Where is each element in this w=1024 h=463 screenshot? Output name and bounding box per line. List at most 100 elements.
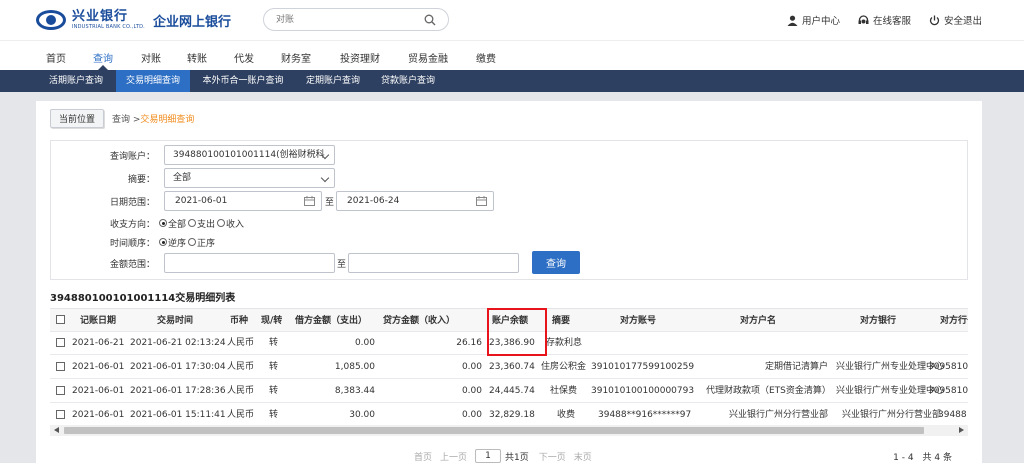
search-icon[interactable] (424, 14, 436, 26)
subnav-item-current-account[interactable]: 活期账户查询 (36, 70, 116, 92)
bank-logo[interactable]: 兴业银行 INDUSTRIAL BANK CO.,LTD. 企业网上银行 (36, 8, 231, 32)
calendar-icon[interactable] (304, 196, 315, 206)
col-header-cash-transfer[interactable]: 现/转 (261, 309, 282, 333)
table-row[interactable]: 2021-06-01 2021-06-01 17:28:36 人民币 转 8,3… (50, 380, 968, 403)
cell-currency: 人民币 (227, 386, 255, 396)
direction-option-label: 收入 (226, 219, 245, 230)
bank-name-en: INDUSTRIAL BANK CO.,LTD. (72, 24, 145, 30)
col-header-counter-name[interactable]: 对方户名 (740, 309, 776, 333)
direction-radio-all[interactable]: 全部 (159, 217, 186, 230)
col-header-post-date[interactable]: 记账日期 (80, 309, 116, 333)
order-option-label: 逆序 (168, 238, 187, 249)
record-count: 1 - 4 共 4 条 (893, 453, 952, 463)
date-from-input[interactable]: 2021-06-01 (164, 191, 322, 211)
row-checkbox[interactable] (56, 410, 65, 419)
pagination: 首页 上一页 1 共1页 下一页 末页 (414, 449, 600, 463)
cell-post-date: 2021-06-01 (72, 410, 125, 420)
nav-item-finance-office[interactable]: 财务室 (281, 50, 311, 65)
scroll-right-icon[interactable] (959, 427, 964, 433)
col-header-counter-bank-code[interactable]: 对方行号 (940, 309, 968, 333)
date-range-separator: 至 (325, 198, 335, 208)
last-page-link[interactable]: 末页 (574, 450, 592, 463)
calendar-icon[interactable] (476, 196, 487, 206)
amount-max-input[interactable] (348, 253, 519, 273)
nav-item-query[interactable]: 查询 (93, 50, 113, 65)
nav-item-payroll[interactable]: 代发 (234, 50, 254, 65)
cell-summary: 社保费 (550, 386, 578, 396)
account-label: 查询账户： (109, 151, 155, 162)
row-checkbox[interactable] (56, 362, 65, 371)
date-from-value: 2021-06-01 (175, 196, 228, 206)
radio-selected-icon (159, 219, 167, 227)
subnav-item-transaction-detail[interactable]: 交易明细查询 (116, 70, 190, 92)
cell-counter-name (708, 332, 828, 355)
order-radio-asc[interactable]: 正序 (188, 236, 215, 249)
radio-icon (217, 219, 226, 227)
subnav-item-fixed-account[interactable]: 定期账户查询 (297, 70, 369, 92)
row-checkbox[interactable] (56, 386, 65, 395)
col-header-summary[interactable]: 摘要 (552, 309, 570, 333)
radio-icon (188, 219, 197, 227)
account-select[interactable]: 394880100101001114(创裕财税科 (164, 145, 335, 165)
direction-option-label: 全部 (168, 219, 187, 230)
horizontal-scrollbar[interactable] (50, 425, 968, 436)
user-icon (787, 15, 798, 26)
online-service-label: 在线客服 (872, 16, 911, 27)
summary-select[interactable]: 全部 (164, 168, 335, 188)
main-nav: 首页 查询 对账 转账 代发 财务室 投资理财 贸易金融 缴费 (0, 40, 1024, 71)
cell-currency: 人民币 (227, 410, 255, 420)
cell-counter-name: 代理财政款项（ETS资金清算） (706, 386, 831, 396)
user-center-link[interactable]: 用户中心 (787, 13, 840, 27)
search-input[interactable] (276, 13, 416, 27)
nav-item-investment[interactable]: 投资理财 (340, 50, 380, 65)
radio-icon (188, 238, 197, 246)
prev-page-link[interactable]: 上一页 (440, 450, 467, 463)
cell-counter-account: 391010100100000793 (591, 386, 695, 396)
order-radio-desc[interactable]: 逆序 (159, 236, 186, 249)
table-row[interactable]: 2021-06-01 2021-06-01 17:30:04 人民币 转 1,0… (50, 356, 968, 379)
logout-link[interactable]: 安全退出 (929, 13, 982, 27)
amount-range-label: 金额范围： (109, 259, 155, 270)
page-number-input[interactable]: 1 (475, 449, 502, 463)
direction-label: 收支方向： (109, 219, 155, 230)
cell-counter-bank-code: 39488 (938, 410, 967, 420)
scroll-left-icon[interactable] (54, 427, 59, 433)
direction-radio-expense[interactable]: 支出 (188, 217, 215, 230)
online-service-link[interactable]: 在线客服 (858, 13, 911, 27)
select-all-checkbox[interactable] (56, 315, 65, 324)
cell-debit: 1,085.00 (334, 362, 375, 372)
query-form: 查询账户： 394880100101001114(创裕财税科 摘要： 全部 日期… (50, 140, 968, 280)
cell-credit: 0.00 (461, 386, 482, 396)
subnav-item-loan-account[interactable]: 贷款账户查询 (372, 70, 444, 92)
cell-debit: 8,383.44 (334, 386, 375, 396)
total-pages: 共1页 (505, 452, 529, 463)
row-checkbox[interactable] (56, 338, 65, 347)
col-header-trans-time[interactable]: 交易时间 (157, 309, 193, 333)
breadcrumb-current: 交易明细查询 (140, 114, 195, 125)
cell-cash-transfer: 转 (269, 386, 279, 396)
nav-item-trade-finance[interactable]: 贸易金融 (408, 50, 448, 65)
next-page-link[interactable]: 下一页 (539, 450, 566, 463)
col-header-counter-bank[interactable]: 对方银行 (860, 309, 896, 333)
chevron-down-icon (320, 173, 330, 183)
query-button[interactable]: 查询 (532, 251, 580, 274)
nav-item-payment[interactable]: 缴费 (476, 50, 496, 65)
col-header-debit[interactable]: 借方金额（支出） (295, 309, 367, 333)
date-to-input[interactable]: 2021-06-24 (336, 191, 494, 211)
subnav-item-multi-currency-account[interactable]: 本外币合一账户查询 (194, 70, 292, 92)
first-page-link[interactable]: 首页 (414, 450, 432, 463)
cell-cash-transfer: 转 (269, 362, 279, 372)
nav-item-home[interactable]: 首页 (46, 50, 66, 65)
direction-radio-income[interactable]: 收入 (217, 217, 244, 230)
breadcrumb-path[interactable]: 查询 > (112, 112, 140, 125)
amount-min-input[interactable] (164, 253, 335, 273)
cell-credit: 0.00 (461, 410, 482, 420)
col-header-credit[interactable]: 贷方金额（收入） (383, 309, 455, 333)
nav-item-transfer[interactable]: 转账 (187, 50, 207, 65)
radio-selected-icon (159, 238, 167, 246)
nav-item-reconcile[interactable]: 对账 (141, 50, 161, 65)
table-row[interactable]: 2021-06-01 2021-06-01 15:11:41 人民币 转 30.… (50, 404, 968, 427)
col-header-currency[interactable]: 币种 (230, 309, 248, 333)
scrollbar-thumb[interactable] (64, 427, 924, 434)
col-header-counter-account[interactable]: 对方账号 (620, 309, 656, 333)
